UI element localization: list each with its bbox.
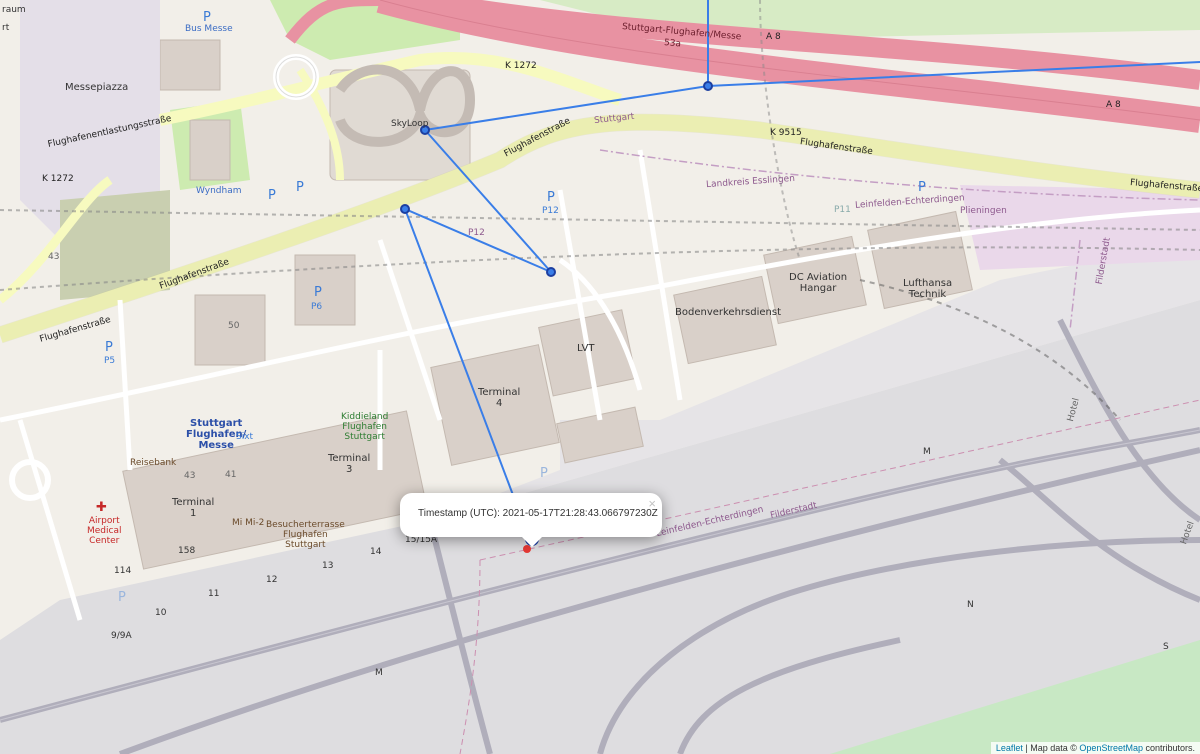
label-stand-12: 12 [266, 575, 278, 585]
route-vertex [400, 204, 410, 214]
parking-icon: P [268, 188, 276, 203]
label-bodenverkehrsdienst: Bodenverkehrsdienst [675, 307, 781, 318]
label-p12: P12 [542, 206, 559, 216]
label-terminal-1: Terminal 1 [172, 497, 215, 519]
parking-icon: P [918, 180, 926, 195]
map-attribution: Leaflet | Map data © OpenStreetMap contr… [990, 742, 1200, 754]
parking-icon: P [547, 190, 555, 205]
label-stand-11: 11 [208, 589, 220, 599]
popup-close-button[interactable]: × [648, 496, 656, 511]
label-raum: raum [2, 5, 26, 15]
label-terminal-3: Terminal 3 [328, 453, 371, 475]
attribution-suffix: contributors. [1142, 743, 1195, 753]
popup-tip [522, 537, 542, 547]
label-taxiway-n: N [967, 600, 974, 610]
map-container[interactable]: SkyLoop Messepiazza Wyndham Bus Messe P … [0, 0, 1200, 754]
popup-text: Timestamp (UTC): 2021-05-17T21:28:43.066… [418, 508, 658, 519]
label-43: 43 [48, 252, 60, 262]
label-besucherterrasse: Besucherterrasse Flughafen Stuttgart [266, 520, 345, 550]
road-label-a8: A 8 [1106, 100, 1121, 110]
leaflet-link[interactable]: Leaflet [996, 743, 1023, 753]
label-messepiazza: Messepiazza [65, 82, 129, 93]
route-vertex [703, 81, 713, 91]
label-terminal-4: Terminal 4 [478, 387, 521, 409]
label-p11: P11 [834, 205, 851, 215]
label-p6: P6 [311, 302, 323, 312]
label-stand-158: 158 [178, 546, 196, 556]
parking-icon: P [296, 180, 304, 195]
label-stand-14: 14 [370, 547, 382, 557]
label-taxiway-s: S [1163, 642, 1169, 652]
timestamp-popup: Timestamp (UTC): 2021-05-17T21:28:43.066… [400, 493, 662, 547]
label-taxiway-m1: M [923, 447, 931, 457]
label-41: 41 [225, 470, 237, 480]
label-stand-114: 114 [114, 566, 132, 576]
road-label-k1272: K 1272 [42, 174, 74, 184]
label-lufthansa: Lufthansa Technik [903, 278, 953, 300]
map-tiles [0, 0, 1200, 754]
label-kiddieland: Kiddieland Flughafen Stuttgart [341, 412, 389, 442]
attribution-separator: | Map data © [1022, 743, 1080, 753]
label-43b: 43 [184, 471, 196, 481]
parking-icon: P [540, 466, 548, 481]
label-50: 50 [228, 321, 240, 331]
label-plieningen: Plieningen [960, 206, 1007, 216]
label-stand-13: 13 [322, 561, 334, 571]
road-label-k1272: K 1272 [505, 61, 537, 71]
label-rt: rt [2, 23, 10, 33]
label-dc-aviation: DC Aviation Hangar [789, 272, 848, 294]
parking-icon: P [118, 590, 126, 605]
label-skyloop: SkyLoop [391, 119, 429, 129]
label-bus-messe: Bus Messe [185, 24, 233, 34]
route-vertex [546, 267, 556, 277]
label-stand-10: 10 [155, 608, 167, 618]
road-label-exit-number: 53a [663, 38, 682, 50]
parking-icon: P [105, 340, 113, 355]
label-medical-center: Airport Medical Center [87, 516, 122, 546]
osm-link[interactable]: OpenStreetMap [1079, 743, 1143, 753]
label-reisebank: Reisebank [130, 458, 177, 468]
parking-icon: P [314, 285, 322, 300]
label-mi-mi-2: Mi Mi-2 [232, 518, 265, 528]
label-taxiway-m2: M [375, 668, 383, 678]
label-stand-9: 9/9A [111, 631, 132, 641]
road-label-k9515: K 9515 [770, 128, 802, 138]
parking-icon: P [203, 10, 211, 25]
label-lvt: LVT [577, 343, 595, 354]
label-p5: P5 [104, 356, 116, 366]
medical-icon: ✚ [96, 500, 107, 515]
road-label-a8: A 8 [766, 32, 781, 42]
label-wyndham: Wyndham [196, 186, 242, 196]
label-p12-road: P12 [468, 228, 485, 238]
label-sixt: Sixt [236, 432, 254, 442]
